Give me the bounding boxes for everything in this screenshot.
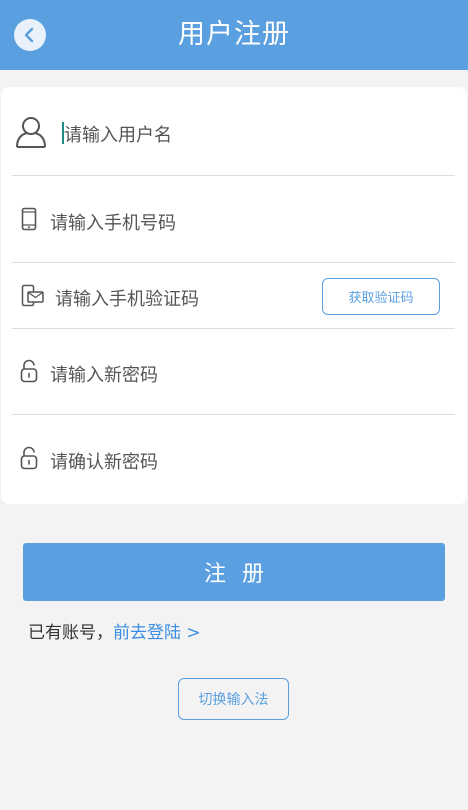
divider: [12, 414, 455, 415]
switch-ime-button[interactable]: 切换输入法: [178, 678, 289, 720]
get-code-button[interactable]: 获取验证码: [322, 278, 440, 315]
user-icon: [16, 117, 46, 148]
login-prompt-text: 已有账号，: [28, 623, 113, 643]
lock-icon: [20, 359, 38, 383]
lock-icon: [20, 446, 38, 470]
sms-code-icon: [21, 284, 44, 307]
register-button[interactable]: 注册: [23, 543, 445, 601]
go-login-link[interactable]: 前去登陆 >: [113, 623, 201, 643]
username-input[interactable]: 请输入用户名: [64, 121, 468, 147]
divider: [12, 175, 455, 176]
phone-icon: [21, 207, 37, 231]
divider: [12, 262, 455, 263]
login-prompt: 已有账号，前去登陆 >: [28, 618, 201, 643]
new-password-input[interactable]: 请输入新密码: [50, 361, 468, 387]
app-header: 用户注册: [0, 0, 468, 70]
confirm-password-input[interactable]: 请确认新密码: [50, 448, 468, 474]
page-title: 用户注册: [178, 19, 290, 50]
divider: [12, 328, 455, 329]
phone-input[interactable]: 请输入手机号码: [50, 209, 468, 235]
